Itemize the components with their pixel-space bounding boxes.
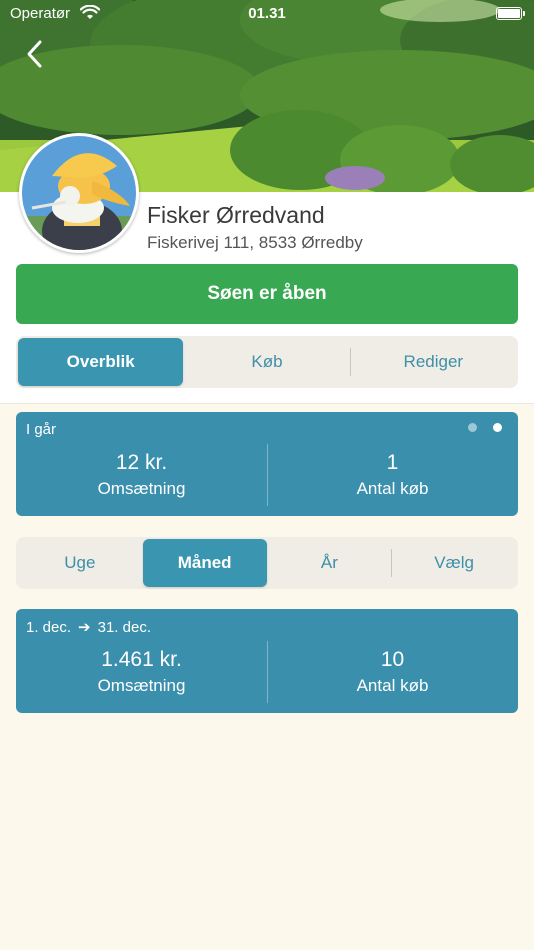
revenue-label: Omsætning [97, 676, 186, 695]
fisherman-avatar-icon [22, 136, 136, 250]
purchases-stat: 1 Antal køb [267, 448, 518, 500]
range-stats-card[interactable]: 1. dec. ➔ 31. dec. 1.461 kr. Omsætning 10 … [16, 609, 518, 713]
venue-address: Fiskerivej 111, 8533 Ørredby [147, 233, 363, 252]
purchases-label: Antal køb [356, 676, 429, 695]
page-dot [468, 423, 477, 432]
period-selector: Uge Måned År Vælg [16, 537, 518, 589]
tab-overview[interactable]: Overblik [18, 338, 184, 386]
battery-icon [496, 7, 525, 20]
revenue-stat: 1.461 kr. Omsætning [16, 645, 267, 697]
range-start: 1. dec. [26, 619, 72, 636]
tab-edit[interactable]: Rediger [351, 338, 516, 386]
period-month[interactable]: Måned [142, 539, 267, 587]
chevron-left-icon [22, 40, 52, 74]
range-end: 31. dec. [97, 619, 151, 636]
period-week[interactable]: Uge [18, 539, 142, 587]
lake-open-button[interactable]: Søen er åben [16, 264, 518, 324]
period-year[interactable]: År [268, 539, 392, 587]
yesterday-stats-card[interactable]: I går 12 kr. Omsætning 1 Antal køb [16, 412, 518, 516]
avatar[interactable] [19, 133, 139, 253]
date-range: 1. dec. ➔ 31. dec. [26, 618, 151, 636]
page-dot-active [493, 423, 502, 432]
arrow-right-icon: ➔ [78, 619, 91, 636]
period-custom[interactable]: Vælg [392, 539, 516, 587]
status-bar: Operatør 01.31 [0, 0, 534, 28]
purchases-stat: 10 Antal køb [267, 645, 518, 697]
revenue-value: 1.461 kr. [101, 648, 182, 671]
tab-bar: Overblik Køb Rediger [16, 336, 518, 388]
purchases-label: Antal køb [356, 479, 429, 498]
revenue-stat: 12 kr. Omsætning [16, 448, 267, 500]
purchases-value: 1 [386, 451, 399, 474]
card-title: I går [26, 421, 57, 438]
back-button[interactable] [22, 38, 52, 70]
page-indicator[interactable] [468, 423, 502, 432]
revenue-value: 12 kr. [115, 451, 168, 474]
venue-name: Fisker Ørredvand [147, 202, 325, 228]
purchases-value: 10 [380, 648, 405, 671]
tab-purchases[interactable]: Køb [184, 338, 349, 386]
clock: 01.31 [248, 5, 286, 22]
revenue-label: Omsætning [97, 479, 186, 498]
